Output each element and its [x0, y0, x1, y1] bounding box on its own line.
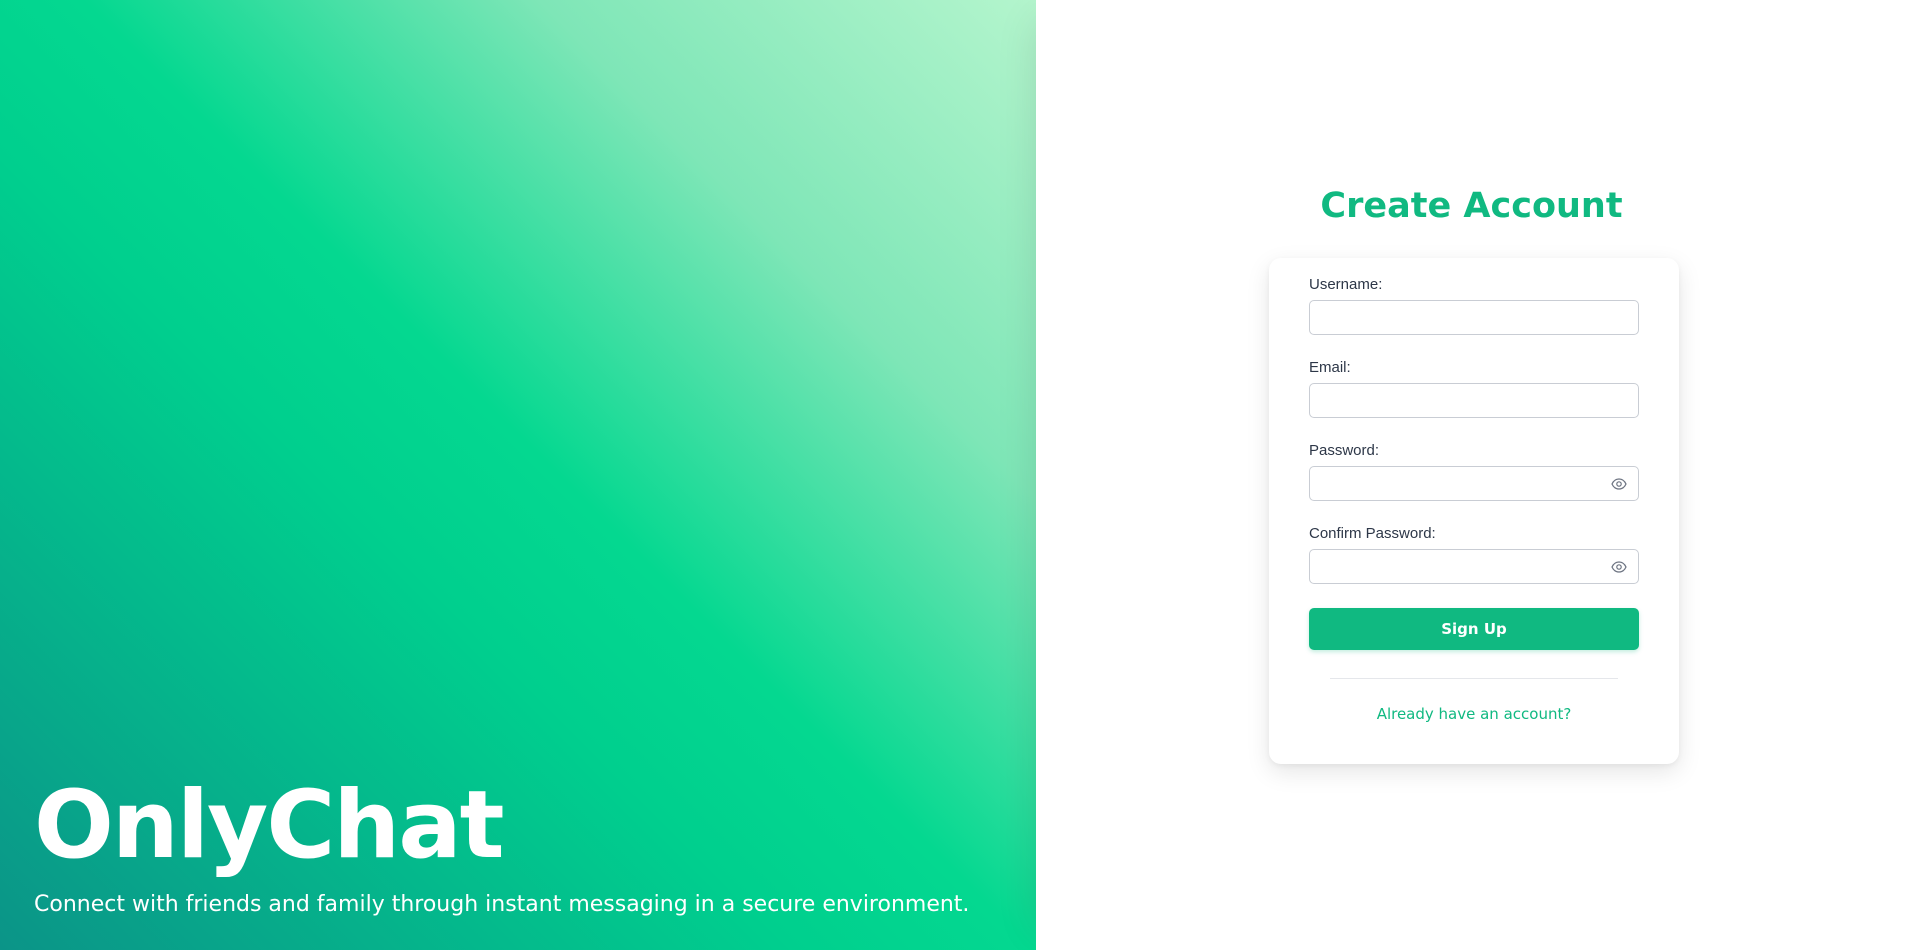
password-input[interactable] — [1309, 466, 1639, 501]
email-field-group: Email: — [1309, 359, 1639, 418]
username-field-group: Username: — [1309, 276, 1639, 335]
username-label: Username: — [1309, 276, 1383, 293]
eye-icon[interactable] — [1611, 559, 1627, 575]
hero-text: OnlyChat Connect with friends and family… — [34, 770, 1016, 920]
password-field-group: Password: — [1309, 442, 1639, 501]
signup-form: Username: Email: Password: Confirm Passw… — [1269, 258, 1679, 764]
page-title: Create Account — [1320, 186, 1623, 226]
hero-panel: OnlyChat Connect with friends and family… — [0, 0, 1036, 950]
eye-icon[interactable] — [1611, 476, 1627, 492]
password-label: Password: — [1309, 442, 1380, 459]
password-input-wrap — [1309, 466, 1639, 501]
confirm-password-input-wrap — [1309, 549, 1639, 584]
login-link[interactable]: Already have an account? — [1309, 705, 1639, 723]
divider — [1330, 678, 1618, 679]
username-input[interactable] — [1309, 300, 1639, 335]
confirm-password-input[interactable] — [1309, 549, 1639, 584]
brand-title: OnlyChat — [34, 770, 505, 880]
username-input-wrap — [1309, 300, 1639, 335]
email-input[interactable] — [1309, 383, 1639, 418]
signup-page: OnlyChat Connect with friends and family… — [0, 0, 1907, 950]
sign-up-button[interactable]: Sign Up — [1309, 608, 1639, 650]
confirm-password-label: Confirm Password: — [1309, 525, 1436, 542]
confirm-password-field-group: Confirm Password: — [1309, 525, 1639, 584]
brand-tagline: Connect with friends and family through … — [34, 892, 970, 918]
email-input-wrap — [1309, 383, 1639, 418]
email-label: Email: — [1309, 359, 1351, 376]
signup-panel: Create Account Username: Email: Password… — [1036, 0, 1907, 950]
